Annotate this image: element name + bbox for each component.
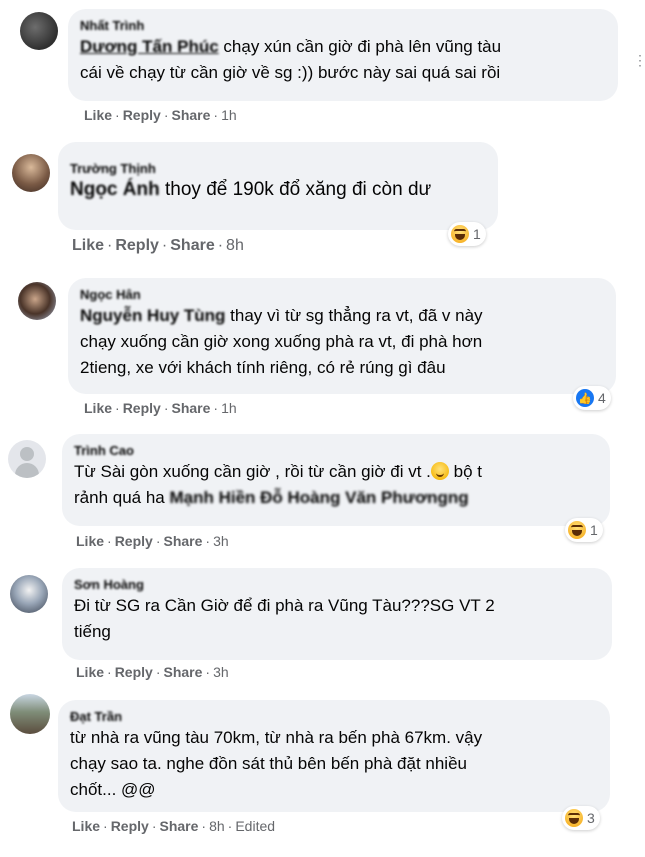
comment-bubble: Ngọc Hân Nguyễn Huy Tùng thay vì từ sg t…	[68, 278, 616, 394]
mention-link[interactable]: Mạnh Hiền Đỗ Hoàng Văn Phươngng	[169, 488, 468, 507]
avatar[interactable]	[10, 575, 48, 613]
share-button[interactable]: Share	[171, 107, 210, 123]
comment-actions: Like · Reply · Share · 3h	[76, 664, 229, 680]
reaction-count: 1	[590, 522, 598, 538]
smile-emoji-icon	[430, 462, 449, 480]
reply-button[interactable]: Reply	[115, 533, 153, 549]
haha-reaction-icon	[451, 225, 469, 243]
mention-link[interactable]: Ngọc Ánh	[70, 179, 160, 200]
avatar[interactable]	[18, 282, 56, 320]
comment-text: Đi từ SG ra Cần Giờ để đi phà ra Vũng Tà…	[74, 596, 495, 641]
comment-time[interactable]: 8h	[226, 237, 244, 254]
share-button[interactable]: Share	[159, 818, 198, 834]
comment-time[interactable]: 3h	[213, 664, 229, 680]
comment-text: Nguyễn Huy Tùng thay vì từ sg thẳng ra v…	[80, 306, 483, 377]
comment-author[interactable]: Trường Thịnh	[70, 160, 486, 177]
like-reaction-icon: 👍	[576, 389, 594, 407]
comment-actions: Like · Reply · Share · 3h	[76, 533, 229, 549]
mention-link[interactable]: Dương Tấn Phúc	[80, 37, 219, 56]
comment-bubble: Nhất Trình Dương Tấn Phúc chạy xún cần g…	[68, 9, 618, 101]
reply-button[interactable]: Reply	[123, 400, 161, 416]
like-button[interactable]: Like	[72, 237, 104, 254]
comment-author[interactable]: Sơn Hoàng	[74, 576, 600, 593]
comment-time[interactable]: 8h	[209, 818, 225, 834]
comment-time[interactable]: 3h	[213, 533, 229, 549]
reply-button[interactable]: Reply	[123, 107, 161, 123]
more-options-icon[interactable]: ⋮	[633, 52, 645, 69]
comment-text: Từ Sài gòn xuống cần giờ , rồi từ cần gi…	[74, 462, 482, 507]
comment-actions: Like · Reply · Share · 8h	[72, 237, 244, 254]
share-button[interactable]: Share	[163, 664, 202, 680]
comment-author[interactable]: Đạt Trần	[70, 708, 598, 725]
reaction-count: 3	[587, 810, 595, 826]
avatar[interactable]	[12, 154, 50, 192]
share-button[interactable]: Share	[171, 400, 210, 416]
comment-text: Dương Tấn Phúc chạy xún cần giờ đi phà l…	[80, 37, 502, 82]
comment-bubble: Trường Thịnh Ngọc Ánh thoy để 190k đổ xă…	[58, 142, 498, 230]
reaction-count: 1	[473, 226, 481, 242]
like-button[interactable]: Like	[84, 107, 112, 123]
reaction-summary[interactable]: 3	[562, 806, 600, 830]
avatar[interactable]	[20, 12, 58, 50]
avatar[interactable]	[8, 440, 46, 478]
comment-bubble: Sơn Hoàng Đi từ SG ra Cần Giờ để đi phà …	[62, 568, 612, 660]
comment-text: từ nhà ra vũng tàu 70km, từ nhà ra bến p…	[70, 728, 483, 799]
reaction-summary[interactable]: 👍 4	[573, 386, 611, 410]
reply-button[interactable]: Reply	[115, 237, 159, 254]
reply-button[interactable]: Reply	[111, 818, 149, 834]
like-button[interactable]: Like	[76, 664, 104, 680]
edited-label: Edited	[235, 818, 276, 834]
haha-reaction-icon	[565, 809, 583, 827]
haha-reaction-icon	[568, 521, 586, 539]
comment-author[interactable]: Nhất Trình	[80, 17, 606, 34]
mention-link[interactable]: Nguyễn Huy Tùng	[80, 306, 225, 325]
avatar[interactable]	[10, 694, 50, 734]
comment-actions: Like · Reply · Share · 1h	[84, 107, 237, 123]
comment-author[interactable]: Ngọc Hân	[80, 286, 604, 303]
comment-text: Ngọc Ánh thoy để 190k đổ xăng đi còn dư	[70, 179, 432, 200]
like-button[interactable]: Like	[72, 818, 100, 834]
reaction-count: 4	[598, 390, 606, 406]
comment-actions: Like · Reply · Share · 8h · Edited	[72, 818, 276, 834]
reaction-summary[interactable]: 1	[565, 518, 603, 542]
comment-time[interactable]: 1h	[221, 400, 237, 416]
comment-time[interactable]: 1h	[221, 107, 237, 123]
reaction-summary[interactable]: 1	[448, 222, 486, 246]
comment-actions: Like · Reply · Share · 1h	[84, 400, 237, 416]
comment-author[interactable]: Trình Cao	[74, 442, 598, 459]
share-button[interactable]: Share	[163, 533, 202, 549]
comment-bubble: Đạt Trần từ nhà ra vũng tàu 70km, từ nhà…	[58, 700, 610, 812]
comment-bubble: Trình Cao Từ Sài gòn xuống cần giờ , rồi…	[62, 434, 610, 526]
like-button[interactable]: Like	[76, 533, 104, 549]
share-button[interactable]: Share	[170, 237, 214, 254]
like-button[interactable]: Like	[84, 400, 112, 416]
reply-button[interactable]: Reply	[115, 664, 153, 680]
